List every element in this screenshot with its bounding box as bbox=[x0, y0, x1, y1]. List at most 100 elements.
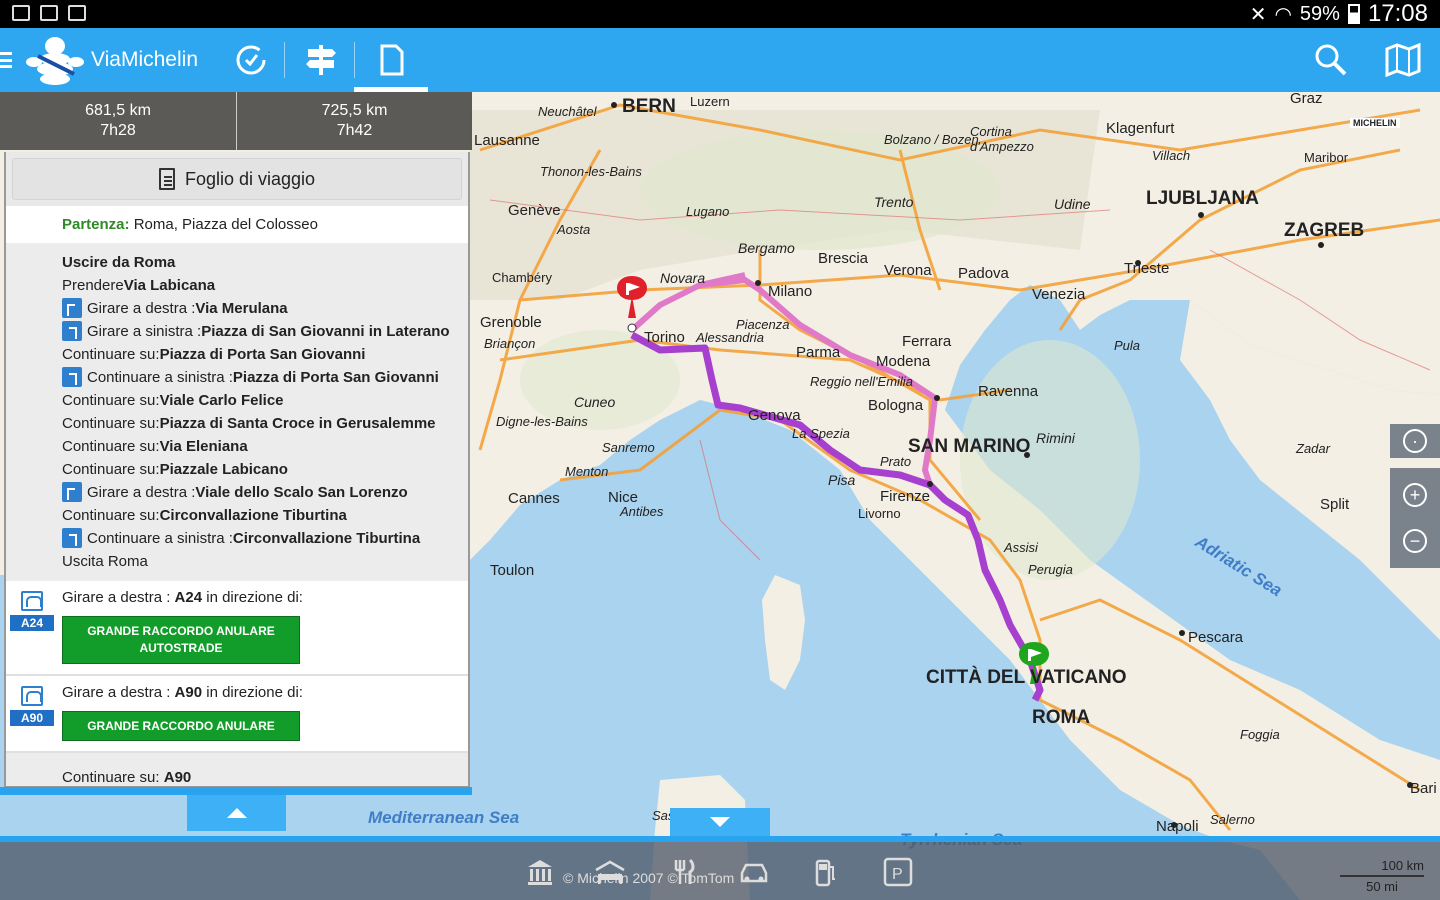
map-label: Foggia bbox=[1240, 727, 1280, 742]
map-label: Chambéry bbox=[492, 270, 552, 285]
direction-sign-button[interactable]: GRANDE RACCORDO ANULARE AUTOSTRADE bbox=[62, 616, 300, 664]
store-icon bbox=[68, 5, 86, 21]
map-label: Bari bbox=[1410, 780, 1437, 797]
map-label: La Spezia bbox=[792, 426, 850, 441]
step-row[interactable]: Uscire da Roma bbox=[62, 251, 468, 273]
road-name: Circonvallazione Tiburtina bbox=[232, 529, 421, 547]
michelin-logo[interactable] bbox=[24, 32, 86, 88]
departure-value: Roma, Piazza del Colosseo bbox=[133, 216, 318, 233]
map-label: Livorno bbox=[858, 506, 901, 521]
step-row[interactable]: Girare a destra : Via Merulana bbox=[62, 297, 468, 319]
step-row[interactable]: Continuare a sinistra : Piazza di Porta … bbox=[62, 366, 468, 388]
step-row[interactable]: Continuare su: Piazzale Labicano bbox=[62, 458, 468, 480]
map-label: Luzern bbox=[690, 94, 730, 109]
map-label: Digne-les-Bains bbox=[496, 414, 588, 429]
roadbook-header[interactable]: Foglio di viaggio bbox=[12, 158, 462, 200]
roadbook-icon[interactable] bbox=[354, 36, 428, 92]
map-label: Alessandria bbox=[696, 330, 764, 345]
map-label: Klagenfurt bbox=[1106, 120, 1175, 137]
expand-poi-button[interactable] bbox=[670, 808, 770, 836]
map-label-sea: Mediterranean Sea bbox=[368, 808, 520, 827]
museum-icon[interactable] bbox=[524, 856, 556, 888]
step-row[interactable]: Continuare su: Circonvallazione Tiburtin… bbox=[62, 504, 468, 526]
highway-step: A24 Girare a destra : A24 in direzione d… bbox=[6, 581, 468, 676]
route-option[interactable]: 725,5 km 7h42 bbox=[236, 92, 472, 150]
road-name: Piazzale Labicano bbox=[159, 460, 288, 478]
map-label: Maribor bbox=[1304, 150, 1349, 165]
step-row[interactable]: Continuare su: Via Eleniana bbox=[62, 435, 468, 457]
road-name: A24 bbox=[174, 589, 203, 606]
map-label: Rimini bbox=[1036, 430, 1075, 446]
highway-instruction: Girare a destra : A90 in direzione di: bbox=[62, 684, 468, 701]
panel-divider bbox=[0, 787, 472, 795]
step-row[interactable]: Continuare su: Piazza di Porta San Giova… bbox=[62, 343, 468, 365]
step-row[interactable]: Continuare su: Viale Carlo Felice bbox=[62, 389, 468, 411]
map-label: Cortina d'Ampezzo bbox=[970, 124, 1034, 154]
zoom-out-icon[interactable]: − bbox=[1403, 529, 1427, 553]
road-name: Via Merulana bbox=[195, 299, 288, 317]
menu-icon[interactable] bbox=[0, 52, 12, 68]
arrow-down-icon bbox=[710, 817, 730, 827]
route-option[interactable]: 681,5 km 7h28 bbox=[0, 92, 236, 150]
road-name: Viale Carlo Felice bbox=[159, 391, 284, 409]
parking-icon[interactable]: P bbox=[882, 856, 914, 888]
instruction-text: Continuare su: bbox=[62, 460, 160, 478]
instruction-text: Continuare a sinistra : bbox=[87, 368, 233, 386]
fuel-icon[interactable] bbox=[810, 856, 842, 888]
step-row[interactable]: Continuare su: Piazza di Santa Croce in … bbox=[62, 412, 468, 434]
history-icon[interactable] bbox=[226, 36, 276, 84]
road-name: Uscire da Roma bbox=[62, 253, 176, 271]
map-label: Piacenza bbox=[736, 317, 790, 332]
map-label: Ravenna bbox=[978, 383, 1039, 400]
signpost-icon[interactable] bbox=[296, 36, 346, 84]
direction-sign-button[interactable]: GRANDE RACCORDO ANULARE bbox=[62, 711, 300, 741]
step-row[interactable]: Continuare a sinistra : Circonvallazione… bbox=[62, 527, 468, 549]
map-label: Venezia bbox=[1032, 286, 1086, 303]
collapse-panel-button[interactable] bbox=[187, 795, 286, 831]
app-bar: ViaMichelin bbox=[0, 28, 1440, 92]
instruction-text: Uscita Roma bbox=[62, 552, 148, 570]
step-row[interactable]: Uscita Roma bbox=[62, 550, 468, 572]
map-label: Trento bbox=[874, 194, 914, 210]
road-name: Piazza di San Giovanni in Laterano bbox=[201, 322, 450, 340]
map-label: ROMA bbox=[1032, 707, 1091, 728]
clock: 17:08 bbox=[1367, 0, 1428, 27]
map-label: Menton bbox=[565, 464, 609, 479]
map-label: Cuneo bbox=[574, 394, 616, 410]
instruction-text: Prendere bbox=[62, 276, 124, 294]
instruction-suffix: in direzione di: bbox=[202, 589, 303, 606]
instruction-text: Girare a destra : bbox=[62, 684, 175, 701]
step-row[interactable]: Girare a destra : Viale dello Scalo San … bbox=[62, 481, 468, 503]
roadbook-panel[interactable]: Foglio di viaggio Partenza: Roma, Piazza… bbox=[4, 152, 470, 788]
step-row[interactable]: Girare a sinistra : Piazza di San Giovan… bbox=[62, 320, 468, 342]
map-label: Novara bbox=[660, 270, 706, 286]
map-label: Cannes bbox=[508, 490, 560, 507]
turn-left-icon bbox=[62, 528, 82, 548]
search-icon[interactable] bbox=[1306, 36, 1356, 84]
map-icon[interactable] bbox=[1378, 36, 1428, 84]
road-name: Piazza di Porta San Giovanni bbox=[159, 345, 366, 363]
map-label: Zadar bbox=[1296, 441, 1330, 456]
map-label: Thonon-les-Bains bbox=[540, 164, 642, 179]
road-name: Circonvallazione Tiburtina bbox=[159, 506, 347, 524]
locate-me-button[interactable]: · bbox=[1390, 424, 1440, 458]
map-label: Perugia bbox=[1028, 562, 1073, 577]
turn-left-icon bbox=[62, 321, 82, 341]
map-label: Torino bbox=[644, 329, 685, 346]
map-label: Briançon bbox=[484, 336, 536, 351]
step-row: Continuare su: A90 bbox=[6, 753, 468, 786]
step-row[interactable]: Prendere Via Labicana bbox=[62, 274, 468, 296]
route-distance: 681,5 km bbox=[85, 102, 151, 119]
scale-mi: 50 mi bbox=[1366, 879, 1398, 894]
car-rental-icon[interactable] bbox=[738, 856, 770, 888]
map-label: Split bbox=[1320, 496, 1350, 513]
map-label: Neuchâtel bbox=[538, 104, 597, 119]
map-label: Genève bbox=[508, 202, 561, 219]
zoom-in-icon[interactable]: + bbox=[1403, 483, 1427, 507]
road-name: A90 bbox=[174, 684, 203, 701]
turn-right-icon bbox=[62, 298, 82, 318]
map-scale: 100 km 50 mi bbox=[1340, 858, 1424, 894]
map-label: ZAGREB bbox=[1284, 220, 1365, 241]
instruction-text: Continuare su: bbox=[62, 506, 160, 524]
roadbook-title: Foglio di viaggio bbox=[184, 168, 316, 189]
